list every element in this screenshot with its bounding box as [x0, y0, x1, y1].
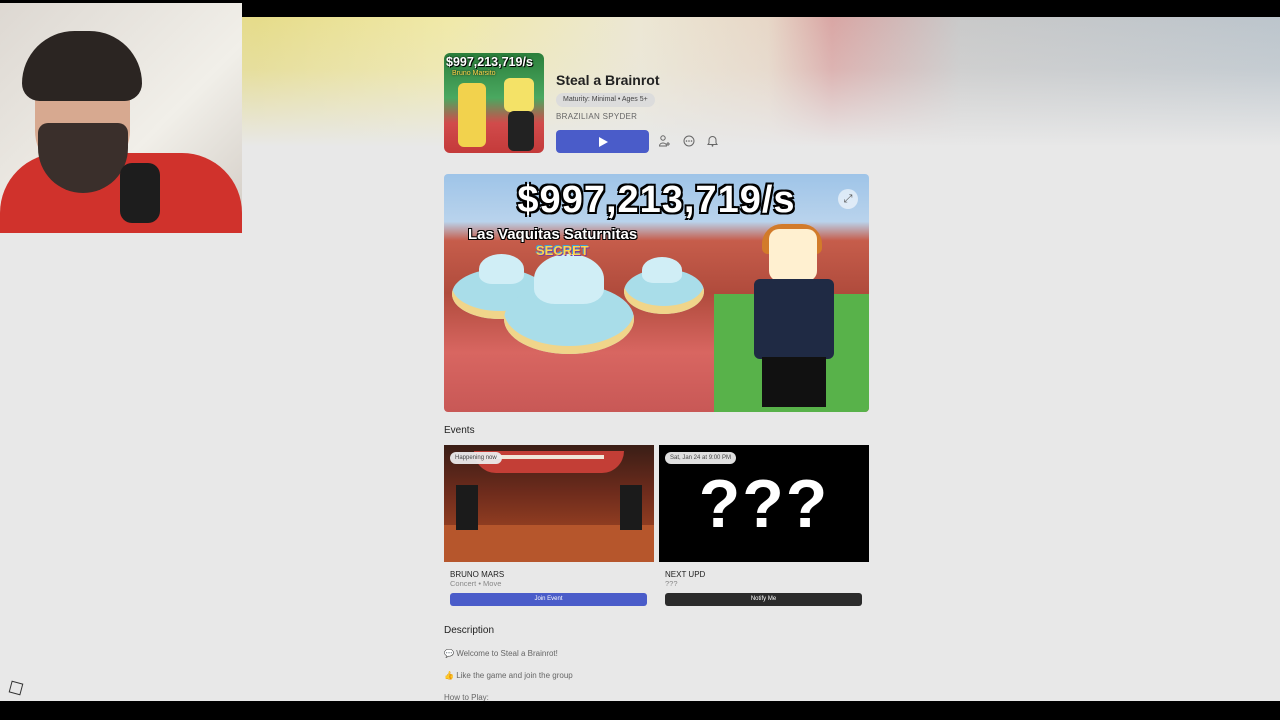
- speech-bubble-icon: 💬: [444, 649, 454, 658]
- event-image[interactable]: ??? Sat, Jan 24 at 9:00 PM: [659, 445, 869, 562]
- event-title: NEXT UPD: [665, 570, 706, 579]
- thumbnail-money-text: $997,213,719/s: [446, 55, 533, 69]
- event-status-badge: Happening now: [450, 452, 502, 464]
- maturity-badge: Maturity: Minimal • Ages 5+: [556, 93, 655, 107]
- join-event-button[interactable]: Join Event: [450, 593, 647, 606]
- description-heading: Description: [444, 625, 495, 636]
- creator-name[interactable]: BRAZILIAN SPYDER: [556, 112, 637, 121]
- play-button[interactable]: [556, 130, 649, 153]
- event-date-badge: Sat, Jan 24 at 9:00 PM: [665, 452, 737, 464]
- game-title: Steal a Brainrot: [556, 72, 660, 88]
- description-line: 💬 Welcome to Steal a Brainrot!: [444, 649, 558, 658]
- webcam-overlay: [0, 3, 242, 233]
- game-thumbnail[interactable]: $997,213,719/s Bruno Marsito: [444, 53, 544, 153]
- roblox-logo-icon[interactable]: [8, 680, 24, 696]
- event-card[interactable]: ??? Sat, Jan 24 at 9:00 PM NEXT UPD ??? …: [659, 445, 869, 615]
- media-carousel[interactable]: $997,213,719/s Las Vaquitas Saturnitas S…: [444, 174, 869, 412]
- event-card[interactable]: Happening now BRUNO MARS Concert • Move …: [444, 445, 654, 615]
- description-line: 👍 Like the game and join the group: [444, 671, 573, 680]
- bell-icon[interactable]: [706, 135, 719, 148]
- event-subtitle: Concert • Move: [450, 579, 502, 588]
- thumbnail-subtitle: Bruno Marsito: [452, 70, 496, 77]
- event-image-text: ???: [698, 466, 830, 542]
- play-icon: [598, 136, 608, 147]
- media-rarity-tag: SECRET: [536, 243, 589, 258]
- thumbs-up-icon: 👍: [444, 671, 454, 680]
- more-icon[interactable]: [682, 135, 695, 148]
- user-add-icon[interactable]: [658, 135, 671, 148]
- events-heading: Events: [444, 425, 475, 436]
- description-line: How to Play:: [444, 693, 489, 701]
- media-money-text: $997,213,719/s: [517, 179, 796, 221]
- event-subtitle: ???: [665, 579, 678, 588]
- event-title: BRUNO MARS: [450, 570, 505, 579]
- expand-icon[interactable]: ⤢: [838, 189, 858, 209]
- event-image[interactable]: Happening now: [444, 445, 654, 562]
- media-character-name: Las Vaquitas Saturnitas: [468, 226, 638, 243]
- notify-me-button[interactable]: Notify Me: [665, 593, 862, 606]
